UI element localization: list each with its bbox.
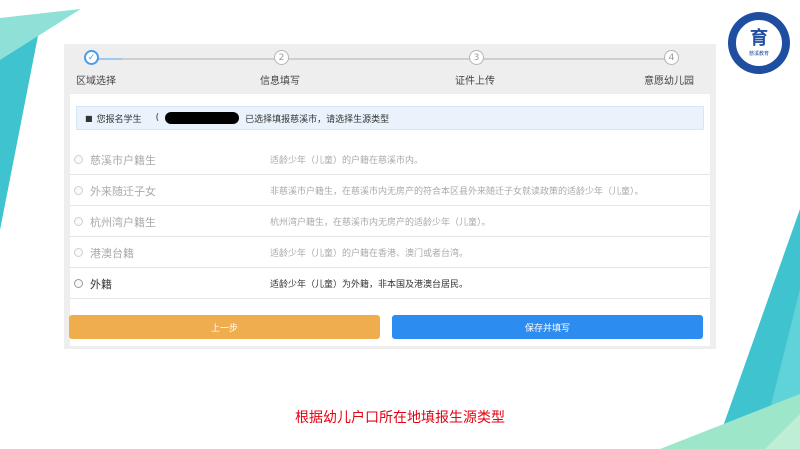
step-label: 信息填写 [260, 76, 300, 87]
option-description: 适龄少年（儿童）为外籍，非本国及港澳台居民。 [270, 280, 469, 290]
radio-button[interactable] [74, 248, 83, 257]
option-cixi-household[interactable]: 慈溪市户籍生 适龄少年（儿童）的户籍在慈溪市内。 [70, 144, 710, 175]
radio-button[interactable] [74, 155, 83, 164]
step-kindergarten: 4 意愿幼儿园 [644, 50, 694, 87]
notice-prefix: 您报名学生 [96, 114, 142, 125]
step-label: 区域选择 [76, 76, 116, 87]
redacted-name [165, 112, 240, 124]
radio-button[interactable] [74, 186, 83, 195]
logo-subtitle: 慈溪教育 [748, 50, 769, 57]
step-number: 4 [664, 50, 679, 65]
step-info: 2 信息填写 [260, 50, 300, 87]
radio-button[interactable] [74, 217, 83, 226]
previous-step-button[interactable]: 上一步 [69, 315, 380, 339]
option-hangzhou-bay[interactable]: 杭州湾户籍生 杭州湾户籍生，在慈溪市内无房产的适龄少年（儿童）。 [70, 206, 710, 237]
option-migrant-children[interactable]: 外来随迁子女 非慈溪市户籍生，在慈溪市内无房产的符合本区县外来随迁子女就读政策的… [70, 175, 710, 206]
step-number: 3 [469, 50, 484, 65]
option-description: 适龄少年（儿童）的户籍在香港、澳门或者台湾。 [270, 249, 469, 259]
option-label: 港澳台籍 [90, 247, 134, 260]
source-type-card: ■ 您报名学生 ( 已选择填报慈溪市，请选择生源类型 慈溪市户籍生 适龄少年（儿… [70, 94, 710, 346]
notice-paren: ( [155, 113, 160, 123]
notice-bullet: ■ [85, 113, 93, 123]
option-hk-macau-taiwan[interactable]: 港澳台籍 适龄少年（儿童）的户籍在香港、澳门或者台湾。 [70, 237, 710, 268]
option-foreign[interactable]: 外籍 适龄少年（儿童）为外籍，非本国及港澳台居民。 [70, 268, 710, 299]
step-documents: 3 证件上传 [455, 50, 495, 87]
logo-seal: 育 慈溪教育 [734, 18, 784, 68]
step-track [92, 58, 672, 60]
radio-button[interactable] [74, 279, 83, 288]
cixi-education-logo: 育 慈溪教育 [728, 12, 790, 74]
option-description: 杭州湾户籍生，在慈溪市内无房产的适龄少年（儿童）。 [270, 218, 491, 228]
option-label: 外籍 [90, 278, 112, 291]
registration-panel: ✓ 区域选择 2 信息填写 3 证件上传 4 意愿幼儿园 ■ 您报名学生 ( 已… [64, 44, 716, 349]
step-label: 意愿幼儿园 [644, 76, 694, 87]
notice-suffix: 已选择填报慈溪市，请选择生源类型 [245, 114, 390, 125]
option-description: 非慈溪市户籍生，在慈溪市内无房产的符合本区县外来随迁子女就读政策的适龄少年（儿童… [270, 187, 644, 197]
step-number: 2 [274, 50, 289, 65]
option-description: 适龄少年（儿童）的户籍在慈溪市内。 [270, 156, 424, 166]
step-check-icon: ✓ [84, 50, 99, 65]
save-and-fill-button[interactable]: 保存并填写 [392, 315, 703, 339]
logo-glyph: 育 [750, 27, 768, 49]
step-label: 证件上传 [455, 76, 495, 87]
option-label: 慈溪市户籍生 [90, 154, 156, 167]
step-region: ✓ 区域选择 [76, 50, 116, 87]
option-label: 外来随迁子女 [90, 185, 156, 198]
progress-steps: ✓ 区域选择 2 信息填写 3 证件上传 4 意愿幼儿园 [64, 44, 716, 87]
notice-banner: ■ 您报名学生 ( 已选择填报慈溪市，请选择生源类型 [76, 106, 704, 130]
option-label: 杭州湾户籍生 [90, 216, 156, 229]
corner-decoration-white [0, 0, 160, 18]
caption-text: 根据幼儿户口所在地填报生源类型 [295, 410, 505, 426]
